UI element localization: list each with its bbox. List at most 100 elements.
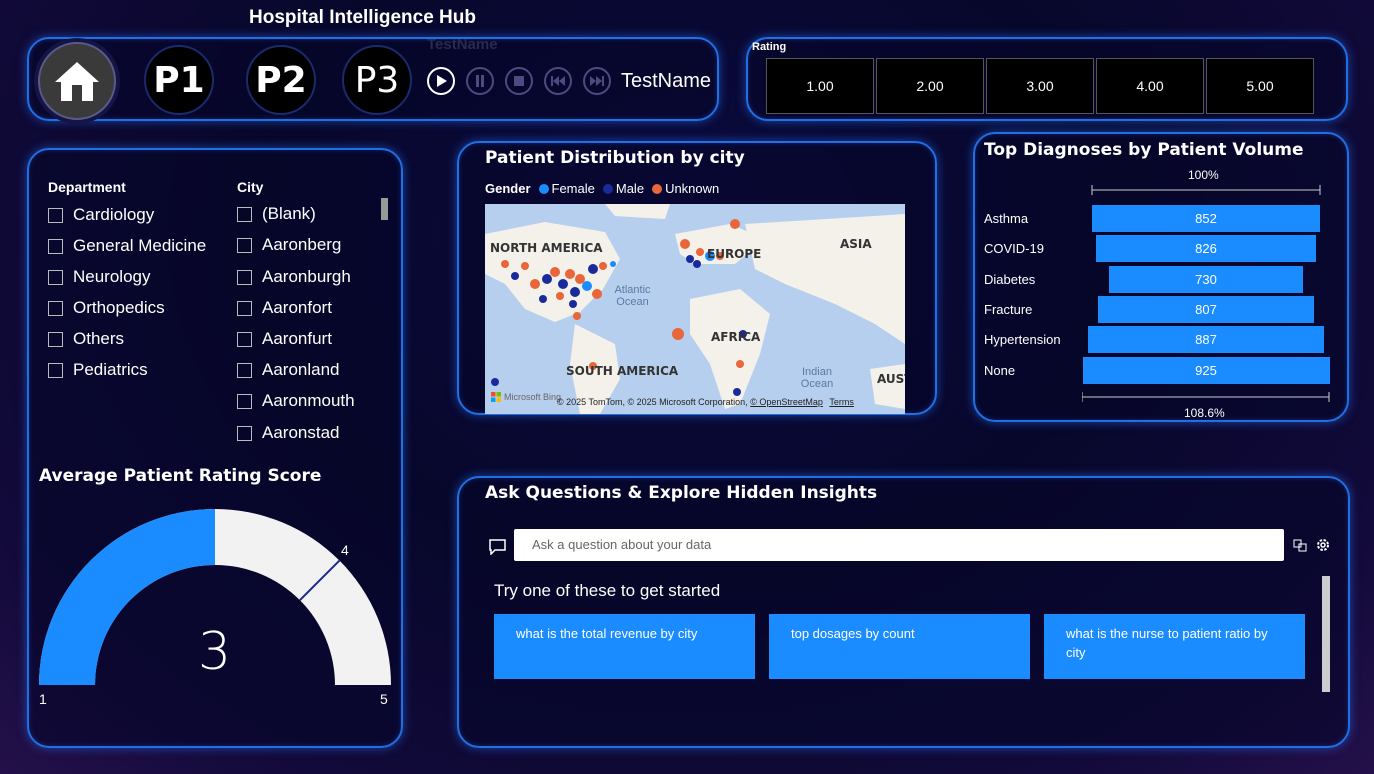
microsoft-logo-icon	[491, 392, 501, 402]
department-option[interactable]: Others	[48, 329, 124, 349]
convert-visual-icon[interactable]	[1293, 538, 1307, 552]
department-option[interactable]: Pediatrics	[48, 360, 148, 380]
page-p2-button[interactable]: P2	[246, 45, 316, 115]
diagnosis-bar[interactable]: 925	[1082, 356, 1330, 384]
qa-scrollbar[interactable]	[1322, 576, 1330, 692]
map-label-atlantic-ocean: Atlantic Ocean	[614, 284, 651, 308]
checkbox[interactable]	[237, 331, 252, 347]
funnel-top-label: 100%	[1188, 168, 1219, 182]
city-option-label: Aaronfort	[262, 298, 332, 317]
legend-item-female: Female	[551, 181, 595, 196]
qa-title: Ask Questions & Explore Hidden Insights	[485, 483, 878, 503]
city-option[interactable]: Aaronfurt	[237, 329, 332, 349]
city-scrollbar[interactable]	[381, 198, 388, 220]
diagnosis-bar[interactable]: 807	[1098, 295, 1314, 323]
qa-search-input[interactable]: Ask a question about your data	[514, 529, 1284, 561]
qa-panel	[457, 476, 1350, 748]
city-option[interactable]: Aaronberg	[237, 235, 341, 255]
terms-link[interactable]: Terms	[829, 397, 854, 407]
department-option-label: Neurology	[73, 267, 151, 286]
diagnosis-bar[interactable]: 852	[1092, 205, 1320, 232]
checkbox[interactable]	[237, 300, 252, 316]
suggestion-button[interactable]: what is the nurse to patient ratio by ci…	[1044, 614, 1305, 679]
checkbox[interactable]	[48, 300, 63, 316]
department-option-label: General Medicine	[73, 236, 207, 255]
checkbox[interactable]	[48, 269, 63, 285]
ghost-label: TestName	[427, 36, 498, 53]
city-option[interactable]: Aaronmouth	[237, 391, 355, 411]
rating-slicer-label: Rating	[752, 41, 787, 53]
diagnosis-bar[interactable]: 887	[1087, 326, 1325, 354]
department-option[interactable]: General Medicine	[48, 236, 206, 256]
map-legend: Gender Female Male Unknown	[485, 181, 719, 196]
legend-title: Gender	[485, 181, 531, 196]
diagnosis-label: Hypertension	[984, 332, 1061, 348]
play-button[interactable]	[427, 67, 455, 95]
map-label-indian-ocean: Indian Ocean	[800, 366, 834, 390]
city-option[interactable]: Aaronfort	[237, 298, 332, 318]
suggestion-button[interactable]: what is the total revenue by city	[494, 614, 755, 679]
checkbox[interactable]	[48, 331, 63, 347]
rating-option-4[interactable]: 4.00	[1096, 58, 1204, 114]
department-option[interactable]: Cardiology	[48, 205, 154, 225]
city-option-label: (Blank)	[262, 204, 316, 223]
gauge-title: Average Patient Rating Score	[39, 466, 322, 486]
checkbox[interactable]	[237, 237, 252, 253]
next-icon	[590, 76, 604, 86]
gauge-min-label: 1	[39, 691, 47, 707]
diagnosis-bar[interactable]: 730	[1108, 265, 1304, 293]
pause-button[interactable]	[466, 67, 494, 95]
page-p3-button[interactable]: P3	[342, 45, 412, 115]
checkbox[interactable]	[48, 207, 63, 223]
previous-button[interactable]	[544, 67, 572, 95]
rating-option-2[interactable]: 2.00	[876, 58, 984, 114]
map-label-north-america: NORTH AMERICA	[490, 241, 603, 255]
city-option-label: Aaronstad	[262, 423, 340, 442]
city-option[interactable]: Aaronland	[237, 360, 340, 380]
next-button[interactable]	[583, 67, 611, 95]
funnel-bottom-label: 108.6%	[1184, 406, 1225, 420]
department-option[interactable]: Orthopedics	[48, 298, 165, 318]
department-option-label: Pediatrics	[73, 360, 148, 379]
chat-icon[interactable]	[489, 539, 507, 555]
diagnosis-label: Fracture	[984, 301, 1033, 317]
city-slicer-header: City	[237, 179, 264, 195]
home-button[interactable]	[38, 42, 116, 120]
diagnosis-bar[interactable]: 826	[1095, 235, 1317, 263]
city-option[interactable]: (Blank)	[237, 204, 316, 224]
department-option-label: Orthopedics	[73, 298, 165, 317]
map-attribution: © 2025 TomTom, © 2025 Microsoft Corporat…	[557, 397, 854, 407]
bing-label: Microsoft Bing	[504, 392, 562, 402]
rating-option-3[interactable]: 3.00	[986, 58, 1094, 114]
city-option-label: Aaronland	[262, 360, 340, 379]
play-icon	[437, 75, 447, 87]
checkbox[interactable]	[48, 362, 63, 378]
city-option-label: Aaronfurt	[262, 329, 332, 348]
attribution-text: © 2025 TomTom, © 2025 Microsoft Corporat…	[557, 397, 748, 407]
stop-button[interactable]	[505, 67, 533, 95]
department-option[interactable]: Neurology	[48, 267, 151, 287]
rating-option-5[interactable]: 5.00	[1206, 58, 1314, 114]
osm-link[interactable]: © OpenStreetMap	[750, 397, 823, 407]
gauge-max-label: 5	[380, 691, 388, 707]
city-option-label: Aaronmouth	[262, 391, 355, 410]
legend-item-unknown: Unknown	[665, 181, 720, 196]
map-label-africa: AFRICA	[711, 330, 761, 344]
stop-icon	[514, 76, 524, 86]
checkbox[interactable]	[237, 362, 252, 378]
checkbox[interactable]	[237, 393, 252, 409]
legend-swatch-unknown	[652, 183, 663, 194]
suggestion-button[interactable]: top dosages by count	[769, 614, 1030, 679]
settings-gear-icon[interactable]	[1315, 537, 1331, 553]
checkbox[interactable]	[237, 425, 252, 441]
city-option[interactable]: Aaronstad	[237, 423, 340, 443]
checkbox[interactable]	[237, 206, 252, 222]
previous-icon	[551, 76, 565, 86]
checkbox[interactable]	[48, 238, 63, 254]
page-p1-button[interactable]: P1	[144, 45, 214, 115]
world-map[interactable]: NORTH AMERICA EUROPE ASIA AFRICA SOUTH A…	[485, 204, 905, 414]
rating-option-1[interactable]: 1.00	[766, 58, 874, 114]
city-option[interactable]: Aaronburgh	[237, 267, 351, 287]
checkbox[interactable]	[237, 269, 252, 285]
map-label-europe: EUROPE	[707, 247, 762, 261]
